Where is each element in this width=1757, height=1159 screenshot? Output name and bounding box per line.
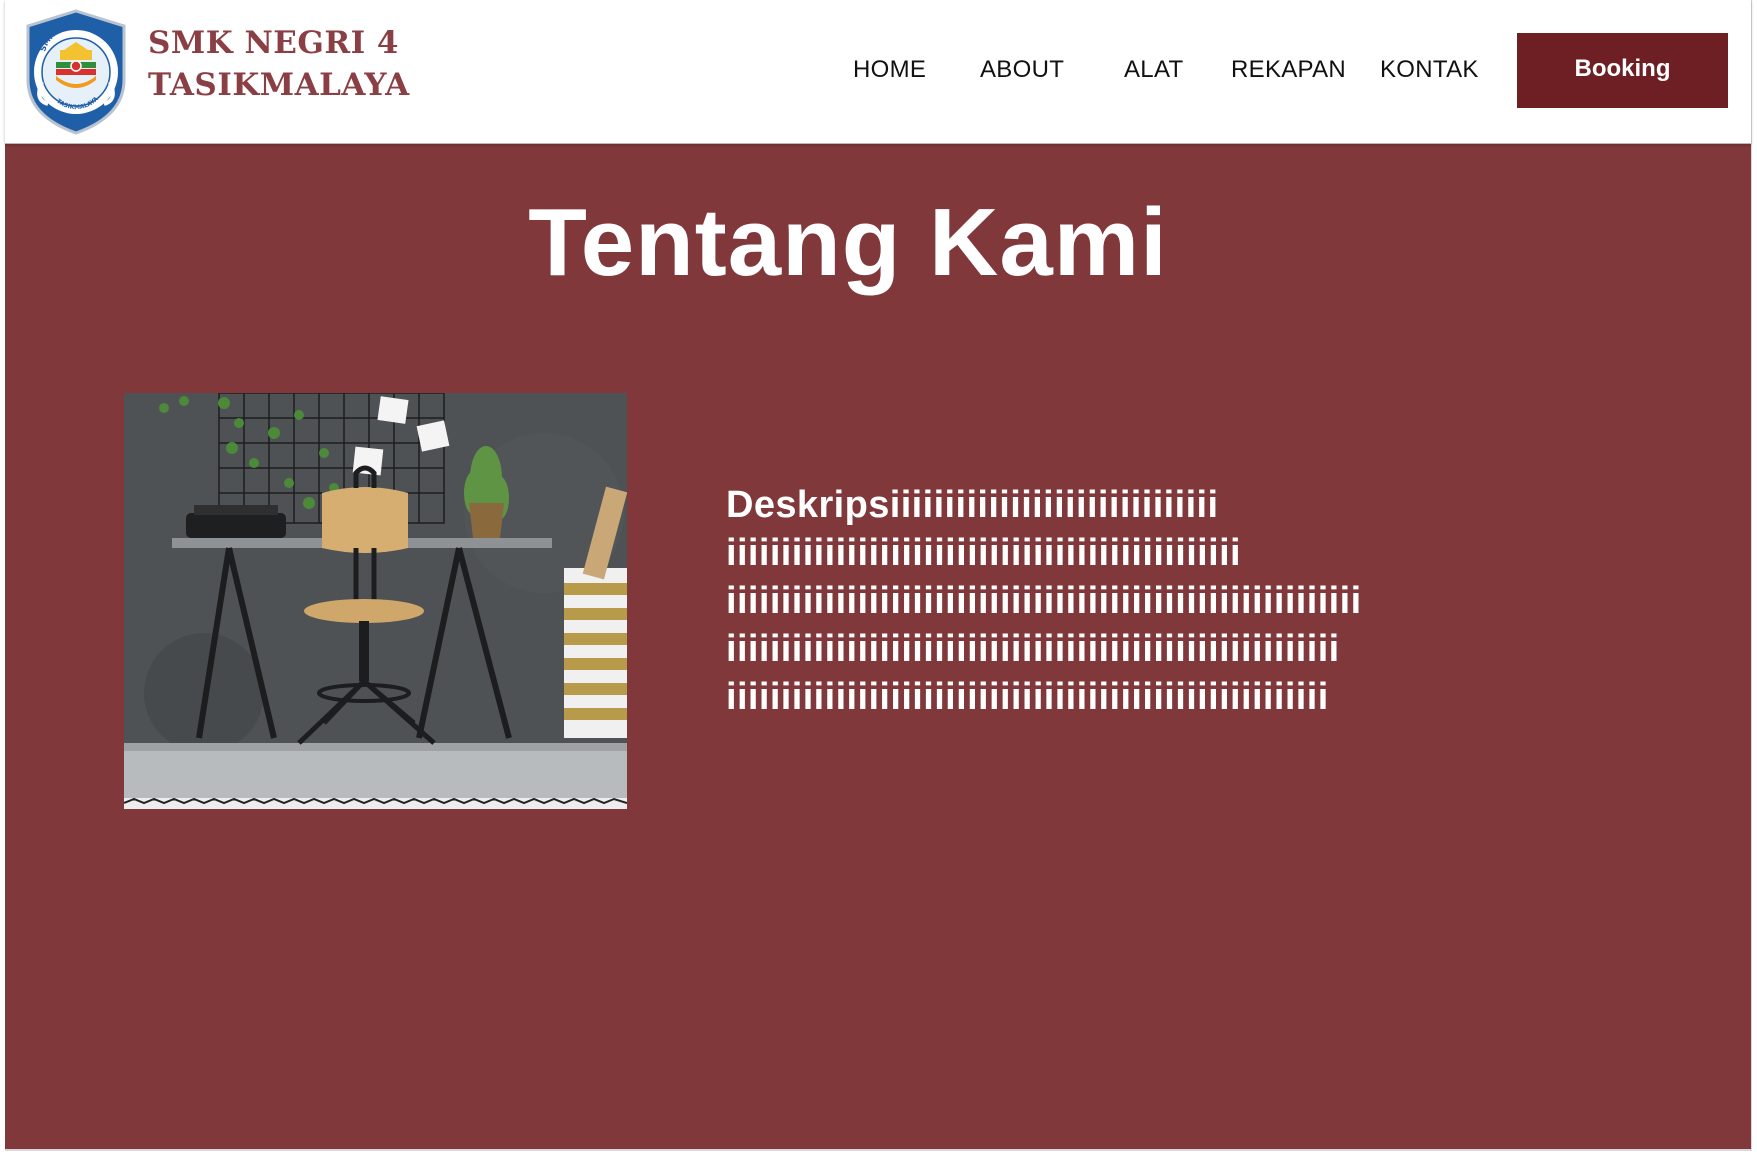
nav-home-link[interactable]: HOME [853, 56, 926, 84]
desk-chair-illustration-icon [124, 393, 627, 809]
school-name[interactable]: SMK NEGRI 4 TASIKMALAYA [148, 22, 410, 106]
page-title: Tentang Kami [528, 189, 1168, 296]
nav-rekapan-link[interactable]: REKAPAN [1231, 56, 1346, 84]
description-line-5: iiiiiiiiiiiiiiiiiiiiiiiiiiiiiiiiiiiiiiii… [726, 676, 1329, 718]
description-line-3: iiiiiiiiiiiiiiiiiiiiiiiiiiiiiiiiiiiiiiii… [726, 580, 1362, 622]
school-emblem-icon: SMK NEGERI 4 TASIKMALAYA [26, 9, 126, 135]
about-section: Tentang Kami Deskripsiiiiiiiiiiiiiiiiiii… [5, 143, 1751, 1149]
browser-page: SMK NEGERI 4 TASIKMALAYA SMK NEGRI 4 TAS… [5, 0, 1752, 1151]
school-name-line-2: TASIKMALAYA [148, 67, 410, 103]
nav-alat-link[interactable]: ALAT [1124, 56, 1183, 84]
booking-button[interactable]: Booking [1517, 33, 1728, 108]
description-line-1: Deskripsiiiiiiiiiiiiiiiiiiiiiiiiiiiiii [726, 484, 1219, 526]
description-line-2: iiiiiiiiiiiiiiiiiiiiiiiiiiiiiiiiiiiiiiii… [726, 532, 1242, 574]
school-name-line-1: SMK NEGRI 4 [148, 25, 400, 61]
desk-photo [124, 393, 627, 809]
description-text: Deskripsiiiiiiiiiiiiiiiiiiiiiiiiiiiiii i… [726, 481, 1406, 721]
nav-about-link[interactable]: ABOUT [980, 56, 1064, 84]
description-line-4: iiiiiiiiiiiiiiiiiiiiiiiiiiiiiiiiiiiiiiii… [726, 628, 1340, 670]
school-logo[interactable]: SMK NEGERI 4 TASIKMALAYA [20, 8, 132, 136]
nav-kontak-link[interactable]: KONTAK [1380, 56, 1479, 84]
navbar: SMK NEGERI 4 TASIKMALAYA SMK NEGRI 4 TAS… [5, 0, 1751, 144]
